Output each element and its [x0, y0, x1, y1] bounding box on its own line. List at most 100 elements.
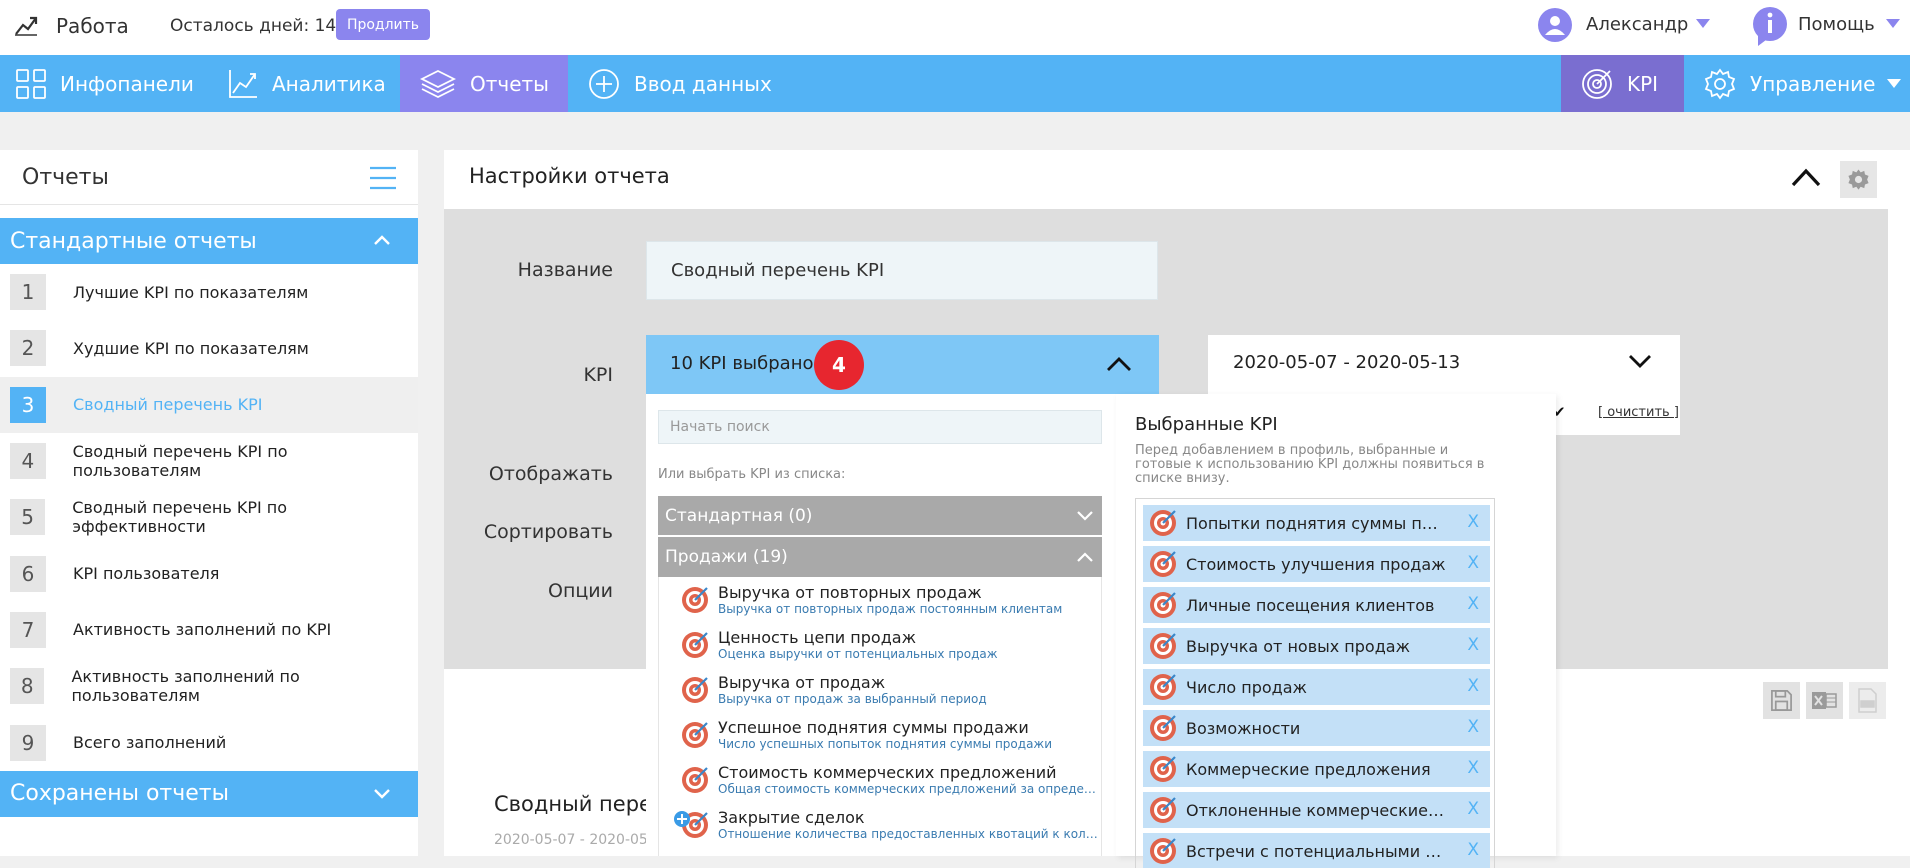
- kpi-target-icon: [682, 722, 708, 748]
- chart-line-icon: [229, 69, 257, 98]
- search-placeholder: Начать поиск: [670, 419, 770, 435]
- remove-kpi-button[interactable]: X: [1467, 635, 1479, 655]
- item-number: 8: [10, 668, 45, 705]
- remove-kpi-button[interactable]: X: [1467, 840, 1479, 860]
- selected-kpi-list[interactable]: Попытки поднятия суммы продажи X Стоимос…: [1135, 498, 1495, 868]
- selected-kpi-chip: Попытки поднятия суммы продажи X: [1143, 505, 1490, 541]
- save-report-button[interactable]: [1763, 682, 1800, 719]
- main-nav: Инфопанели Аналитика Отчеты Ввод данных …: [0, 55, 1910, 112]
- nav-label: Отчеты: [470, 71, 549, 96]
- group-sales[interactable]: Продажи (19): [658, 537, 1102, 577]
- item-label: Сводный перечень KPI по эффективности: [72, 498, 288, 537]
- kpi-items-scroll[interactable]: Выручка от повторных продаж Выручка от п…: [658, 577, 1102, 856]
- plus-circle-icon: [589, 68, 619, 99]
- user-avatar-icon: [1538, 8, 1572, 42]
- sidebar-item-best-kpi[interactable]: 1 Лучшие KPI по показателям: [0, 264, 418, 320]
- chevron-down-icon: [1077, 511, 1093, 521]
- sidebar-item-kpi-summary[interactable]: 3 Сводный перечень KPI: [0, 376, 418, 433]
- hamburger-menu-icon[interactable]: [370, 166, 396, 190]
- add-plus-icon[interactable]: [673, 810, 691, 828]
- chevron-down-icon: [1629, 355, 1651, 368]
- kpi-item-desc: Оценка выручки от потенциальных продаж: [718, 646, 998, 661]
- chip-label: Отклоненные коммерческие предложения: [1186, 800, 1446, 820]
- kpi-item-desc: Число успешных попыток поднятия суммы пр…: [718, 736, 1053, 751]
- kpi-item-title: Ценность цепи продаж: [718, 627, 916, 647]
- collapse-chevron-icon[interactable]: [1790, 166, 1822, 188]
- kpi-list-item[interactable]: Выручка от повторных продаж Выручка от п…: [659, 577, 1099, 622]
- caret-down-icon: [1696, 19, 1710, 28]
- nav-label: KPI: [1627, 71, 1659, 96]
- chevron-up-icon: [1107, 357, 1131, 371]
- sidebar-item-kpi-by-efficiency[interactable]: 5 Сводный перечень KPI по эффективности: [0, 489, 418, 545]
- sidebar-item-activity-users[interactable]: 8 Активность заполнений по пользователям: [0, 658, 418, 714]
- nav-reports[interactable]: Отчеты: [400, 55, 568, 112]
- chevron-up-icon: [374, 235, 390, 245]
- caret-down-icon: [1886, 19, 1900, 28]
- sidebar-header: Отчеты: [0, 150, 418, 205]
- item-number: 9: [10, 724, 46, 761]
- standard-reports-section[interactable]: Стандартные отчеты: [0, 218, 418, 264]
- kpi-target-icon: [1150, 592, 1176, 618]
- trend-icon: [15, 16, 38, 36]
- kpi-select-toggle[interactable]: 10 KPI выбрано 4: [646, 335, 1159, 394]
- item-number: 1: [10, 274, 46, 311]
- reports-sidebar: Отчеты Стандартные отчеты 1 Лучшие KPI по…: [0, 150, 418, 856]
- item-label: KPI пользователя: [73, 564, 220, 584]
- user-menu[interactable]: Александр: [1538, 8, 1710, 42]
- user-name: Александр: [1586, 14, 1689, 35]
- remove-kpi-button[interactable]: X: [1467, 758, 1479, 778]
- report-dates: 2020-05-07 - 2020-05-13: [494, 832, 671, 848]
- kpi-item-desc: Отношение количества предоставленных кво…: [718, 826, 1099, 841]
- kpi-dropdown-list: Начать поиск Или выбрать KPI из списка: …: [646, 394, 1116, 856]
- kpi-target-icon: [682, 632, 708, 658]
- kpi-list-item[interactable]: Закрытие сделок Отношение количества пре…: [659, 802, 1099, 847]
- nav-label: Аналитика: [272, 71, 386, 96]
- kpi-item-title: Выручка от повторных продаж: [718, 582, 982, 602]
- sidebar-item-user-kpi[interactable]: 6 KPI пользователя: [0, 545, 418, 601]
- name-label: Название: [517, 259, 613, 281]
- export-pdf-button[interactable]: [1849, 682, 1886, 719]
- remove-kpi-button[interactable]: X: [1467, 594, 1479, 614]
- remove-kpi-button[interactable]: X: [1467, 717, 1479, 737]
- pdf-icon: [1858, 688, 1877, 713]
- sidebar-item-activity-kpi[interactable]: 7 Активность заполнений по KPI: [0, 602, 418, 658]
- sidebar-item-kpi-by-users[interactable]: 4 Сводный перечень KPI по пользователям: [0, 433, 418, 489]
- chevron-up-icon: [1077, 552, 1093, 562]
- nav-dashboards[interactable]: Инфопанели: [16, 55, 216, 112]
- help-label: Помощь: [1798, 14, 1875, 35]
- remove-kpi-button[interactable]: X: [1467, 512, 1479, 532]
- item-number: 4: [10, 443, 46, 480]
- sidebar-item-worst-kpi[interactable]: 2 Худшие KPI по показателям: [0, 320, 418, 376]
- group-label: Стандартная (0): [665, 506, 813, 526]
- saved-reports-section[interactable]: Сохранены отчеты: [0, 770, 418, 817]
- kpi-target-icon: [1150, 510, 1176, 536]
- kpi-item-title: Выручка от продаж: [718, 672, 886, 692]
- nav-management[interactable]: Управление: [1704, 55, 1904, 112]
- kpi-search-input[interactable]: Начать поиск: [658, 410, 1102, 444]
- list-hint: Или выбрать KPI из списка:: [658, 467, 846, 482]
- report-name-input[interactable]: Сводный перечень KPI: [646, 241, 1158, 300]
- settings-gear-button[interactable]: [1840, 161, 1877, 198]
- kpi-count-badge: 4: [814, 340, 864, 390]
- extend-button[interactable]: Продлить: [336, 9, 430, 40]
- kpi-list-item[interactable]: Успешное поднятия суммы продажи Число ус…: [659, 712, 1099, 757]
- sidebar-item-total-entries[interactable]: 9 Всего заполнений: [0, 714, 418, 770]
- kpi-list-item[interactable]: Ценность цепи продаж Оценка выручки от п…: [659, 622, 1099, 667]
- group-standard[interactable]: Стандартная (0): [658, 496, 1102, 536]
- kpi-list-item[interactable]: Выручка от продаж Выручка от продаж за в…: [659, 667, 1099, 712]
- kpi-target-icon: [1150, 551, 1176, 577]
- kpi-target-icon: [1150, 715, 1176, 741]
- help-menu[interactable]: Помощь: [1752, 6, 1902, 46]
- nav-kpi[interactable]: KPI: [1561, 55, 1684, 112]
- nav-label: Ввод данных: [634, 71, 772, 96]
- remove-kpi-button[interactable]: X: [1467, 799, 1479, 819]
- clear-dates-link[interactable]: [ очистить ]: [1598, 405, 1679, 420]
- kpi-item-desc: Общая стоимость коммерческих предложений…: [718, 781, 1099, 796]
- kpi-list-item[interactable]: Стоимость коммерческих предложений Общая…: [659, 757, 1099, 802]
- export-excel-button[interactable]: [1806, 682, 1843, 719]
- nav-data-entry[interactable]: Ввод данных: [588, 55, 788, 112]
- item-number: 7: [10, 611, 46, 648]
- remove-kpi-button[interactable]: X: [1467, 676, 1479, 696]
- nav-analytics[interactable]: Аналитика: [228, 55, 398, 112]
- remove-kpi-button[interactable]: X: [1467, 553, 1479, 573]
